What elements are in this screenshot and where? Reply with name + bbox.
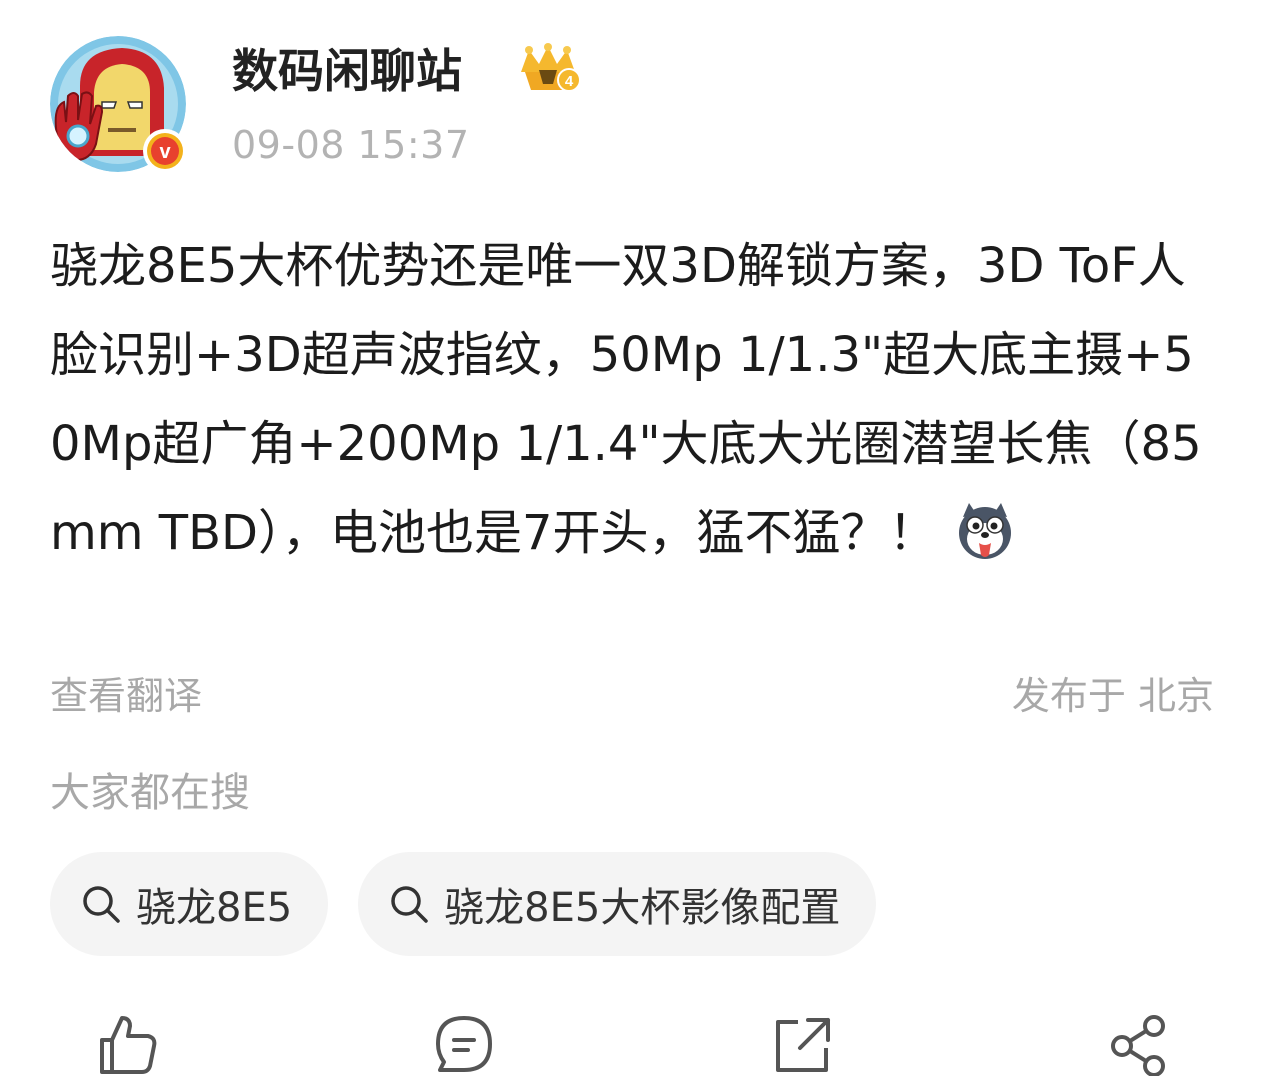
author-avatar[interactable]: v: [50, 36, 187, 173]
search-icon: [391, 886, 428, 923]
share-icon: [1111, 1015, 1165, 1076]
author-name[interactable]: 数码闲聊站: [232, 40, 462, 102]
trending-chip[interactable]: 骁龙8E5大杯影像配置: [358, 852, 877, 956]
search-icon: [83, 886, 120, 923]
post-text: 骁龙8E5大杯优势还是唯一双3D解锁方案，3D ToF人脸识别+3D超声波指纹，…: [50, 238, 1202, 561]
thumbs-up-icon: [100, 1016, 157, 1074]
action-bar: [0, 1012, 1264, 1082]
trending-chip-label: 骁龙8E5: [136, 885, 293, 931]
svg-text:4: 4: [565, 73, 574, 90]
crown-4-icon: 4: [521, 43, 581, 92]
trending-title: 大家都在搜: [50, 770, 250, 816]
post-content: 骁龙8E5大杯优势还是唯一双3D解锁方案，3D ToF人脸识别+3D超声波指纹，…: [50, 222, 1222, 578]
trending-chips: 骁龙8E5 骁龙8E5大杯影像配置: [50, 852, 877, 956]
post-location: 发布于 北京: [1011, 674, 1214, 718]
husky-dog-emoji: [958, 503, 1011, 559]
verified-badge-icon: v: [143, 129, 187, 173]
comment-icon: [436, 1016, 492, 1072]
comment-button[interactable]: [432, 1012, 496, 1076]
translate-link[interactable]: 查看翻译: [50, 670, 202, 722]
trending-chip[interactable]: 骁龙8E5: [50, 852, 329, 956]
trending-chip-label: 骁龙8E5大杯影像配置: [444, 885, 841, 931]
svg-text:v: v: [159, 141, 171, 163]
post-timestamp: 09-08 15:37: [232, 123, 470, 167]
share-button[interactable]: [1106, 1012, 1170, 1076]
repost-icon: [776, 1018, 830, 1072]
like-button[interactable]: [96, 1012, 160, 1076]
repost-button[interactable]: [770, 1012, 834, 1076]
